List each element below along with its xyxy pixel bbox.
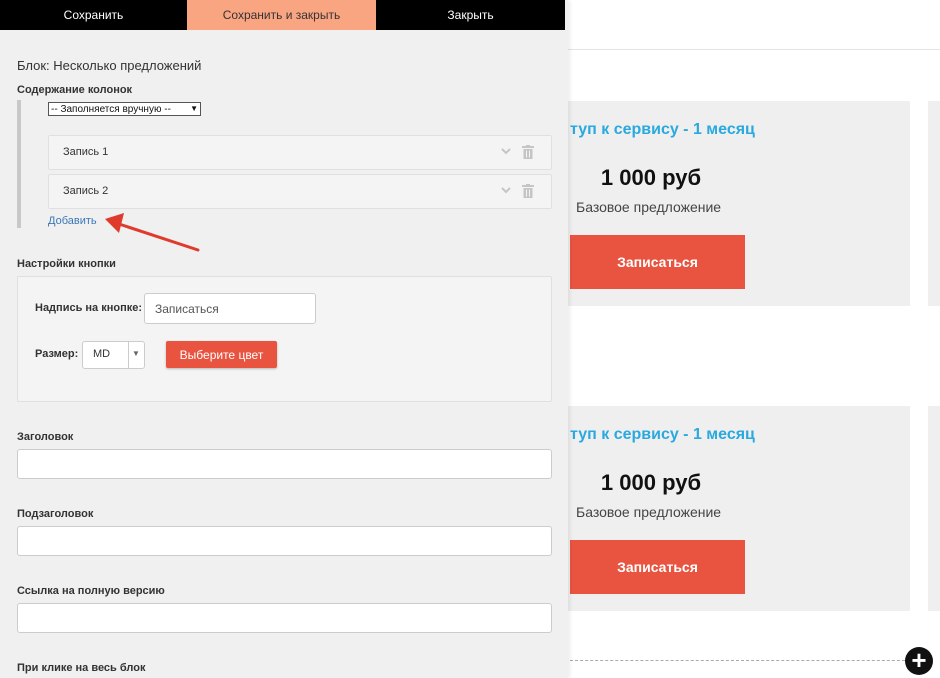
record-item[interactable]: Запись 2 — [48, 174, 552, 209]
offer-subtitle: Базовое предложение — [576, 199, 722, 215]
choose-color-button[interactable]: Выберите цвет — [166, 341, 277, 368]
offer-title: туп к сервису - 1 месяц — [570, 121, 755, 138]
block-type-label: Блок: Несколько предложений — [17, 58, 202, 73]
block-divider — [570, 660, 910, 661]
fill-mode-select[interactable]: -- Заполняется вручную -- ▼ — [48, 102, 201, 116]
select-divider — [128, 342, 129, 368]
chevron-down-icon: ▼ — [132, 349, 140, 358]
click-action-label: При клике на весь блок — [17, 662, 146, 674]
button-caption-input[interactable]: Записаться — [144, 293, 316, 324]
record-item[interactable]: Запись 1 — [48, 135, 552, 170]
full-link-input[interactable] — [17, 603, 552, 633]
chevron-down-icon: ▼ — [190, 104, 198, 113]
fill-mode-value: -- Заполняется вручную -- — [51, 103, 171, 115]
offer-title: туп к сервису - 1 месяц — [570, 426, 755, 443]
size-select[interactable]: MD ▼ — [82, 341, 145, 369]
offer-card: туп к сервису - 1 месяц 1 000 руб Базово… — [540, 101, 910, 306]
signup-button[interactable]: Записаться — [570, 235, 745, 289]
chevron-down-icon[interactable] — [501, 185, 511, 195]
record-label: Запись 2 — [63, 185, 109, 197]
columns-indent-bar — [17, 100, 21, 228]
size-value: MD — [93, 348, 111, 360]
offer-subtitle: Базовое предложение — [576, 504, 722, 520]
editor-panel: Сохранить Сохранить и закрыть Закрыть Бл… — [0, 0, 568, 678]
record-label: Запись 1 — [63, 146, 109, 158]
columns-content-label: Содержание колонок — [17, 84, 133, 96]
preview-header — [560, 0, 940, 50]
full-link-label: Ссылка на полную версию — [17, 585, 165, 597]
subheading-input[interactable] — [17, 526, 552, 556]
size-label: Размер: — [35, 348, 79, 360]
heading-label: Заголовок — [17, 431, 74, 443]
annotation-arrow-icon — [105, 213, 200, 252]
offer-price: 1 000 руб — [600, 165, 702, 190]
add-record-link[interactable]: Добавить — [48, 215, 97, 227]
close-button[interactable]: Закрыть — [376, 0, 565, 30]
editor-toolbar: Сохранить Сохранить и закрыть Закрыть — [0, 0, 565, 30]
save-button[interactable]: Сохранить — [0, 0, 187, 30]
add-block-plus-icon[interactable]: + — [905, 647, 933, 675]
offer-card: туп к сервису - 1 месяц 1 000 руб Базово… — [540, 406, 910, 611]
save-and-close-button[interactable]: Сохранить и закрыть — [187, 0, 376, 30]
button-caption-label: Надпись на кнопке: — [35, 302, 143, 314]
offer-card-next — [928, 406, 940, 611]
button-settings-label: Настройки кнопки — [17, 258, 116, 270]
offer-card-next — [928, 101, 940, 306]
chevron-down-icon[interactable] — [501, 146, 511, 156]
offer-price: 1 000 руб — [600, 470, 702, 495]
signup-button[interactable]: Записаться — [570, 540, 745, 594]
subheading-label: Подзаголовок — [17, 508, 94, 520]
heading-input[interactable] — [17, 449, 552, 479]
button-settings-panel: Надпись на кнопке: Записаться Размер: MD… — [17, 276, 552, 402]
trash-icon[interactable] — [522, 145, 534, 159]
trash-icon[interactable] — [522, 184, 534, 198]
